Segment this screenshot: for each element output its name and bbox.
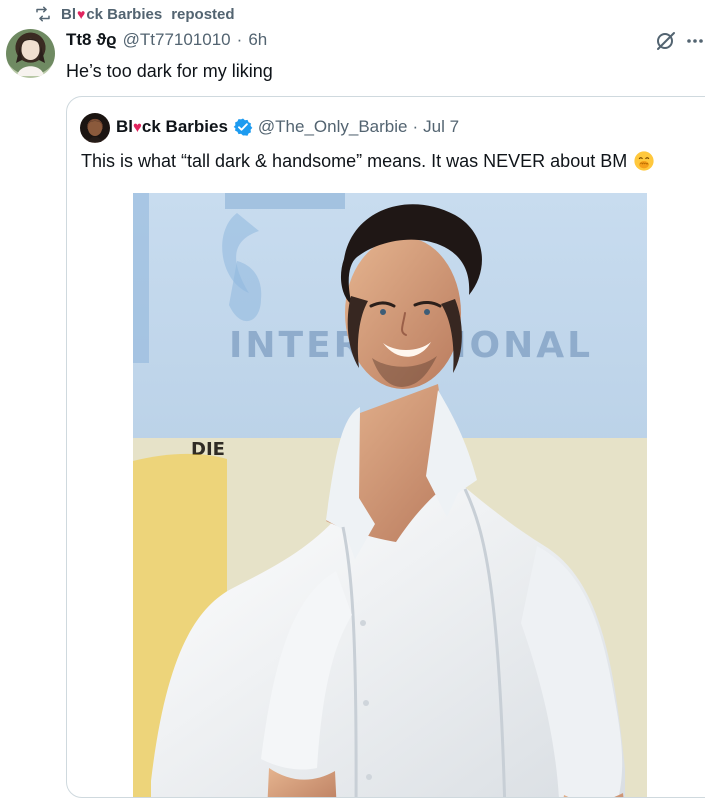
quote-avatar[interactable] (80, 113, 110, 143)
timestamp[interactable]: 6h (248, 30, 267, 50)
tweet-header: Tt8 ϑϱ @Tt77101010 · 6h (66, 30, 267, 50)
quote-text: This is what “tall dark & handsome” mean… (81, 150, 655, 172)
avatar[interactable] (6, 29, 55, 78)
tweet-text: He’s too dark for my liking (66, 61, 273, 81)
separator-dot: · (236, 30, 243, 49)
quote-handle[interactable]: @The_Only_Barbie (258, 117, 408, 137)
separator-dot: · (412, 117, 419, 136)
verified-badge-icon (233, 118, 253, 136)
display-name[interactable]: Tt8 ϑϱ (66, 30, 117, 50)
grok-icon[interactable] (654, 29, 678, 53)
repost-user[interactable]: Bl♥ck Barbies (61, 6, 162, 23)
repost-indicator[interactable]: Bl♥ck Barbies reposted (34, 4, 235, 24)
heart-icon: ♥ (133, 119, 142, 136)
heart-icon: ♥ (77, 5, 86, 22)
more-icon[interactable] (686, 29, 704, 53)
user-handle[interactable]: @Tt77101010 (123, 30, 231, 50)
face-with-hand-over-mouth-icon (634, 151, 654, 171)
repost-action-label: reposted (171, 5, 235, 23)
repost-icon (36, 6, 50, 22)
quote-date[interactable]: Jul 7 (423, 117, 459, 137)
quote-photo[interactable]: DIE INTERNATIONAL (133, 193, 647, 797)
quote-header: Bl♥ck Barbies @The_Only_Barbie · Jul 7 (116, 117, 459, 137)
quote-display-name[interactable]: Bl♥ck Barbies (116, 117, 228, 137)
quoted-tweet[interactable]: Bl♥ck Barbies @The_Only_Barbie · Jul 7 T… (66, 96, 705, 798)
